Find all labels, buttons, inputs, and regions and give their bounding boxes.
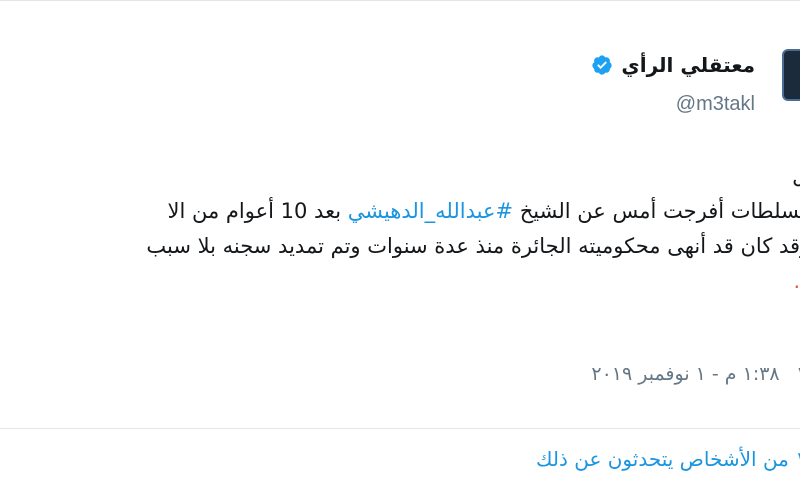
tweet-timestamp[interactable]: ٣ ١:٣٨ م - ١ نوفمبر ٢٠١٩ — [591, 363, 800, 385]
hashtag-link[interactable]: #عبدالله_الدهيشي — [348, 199, 513, 223]
people-talking-link[interactable]: ١ من الأشخاص يتحدثون عن ذلك — [536, 447, 800, 471]
tweet-heading: عاجل — [0, 159, 800, 194]
tweet-line-2: أن السلطات أفرجت أمس عن الشيخ #عبدالله_ا… — [0, 194, 800, 229]
tweet-line-3: ي. وقد كان قد أنهى محكوميته الجائرة منذ … — [146, 234, 800, 258]
verified-badge-icon — [592, 55, 613, 75]
tweet-line-2-before: أن السلطات أفرجت أمس عن الشيخ — [519, 199, 800, 223]
timestamp-text: ١:٣٨ م - ١ نوفمبر ٢٠١٩ — [591, 363, 780, 385]
account-handle[interactable]: @m3takl — [676, 93, 755, 116]
divider — [0, 428, 800, 429]
avatar[interactable] — [782, 49, 800, 101]
author-name-row[interactable]: معتقلي الرأي — [591, 53, 755, 77]
tweet-line-2-after: بعد 10 أعوام من الا — [167, 199, 348, 223]
display-name[interactable]: معتقلي الرأي — [621, 53, 755, 77]
trailing-mark: . — [793, 269, 800, 293]
tweet-card: معتقلي الرأي @m3takl عاجل أن السلطات أفر… — [0, 0, 800, 501]
tweet-body: عاجل أن السلطات أفرجت أمس عن الشيخ #عبدا… — [0, 159, 800, 299]
